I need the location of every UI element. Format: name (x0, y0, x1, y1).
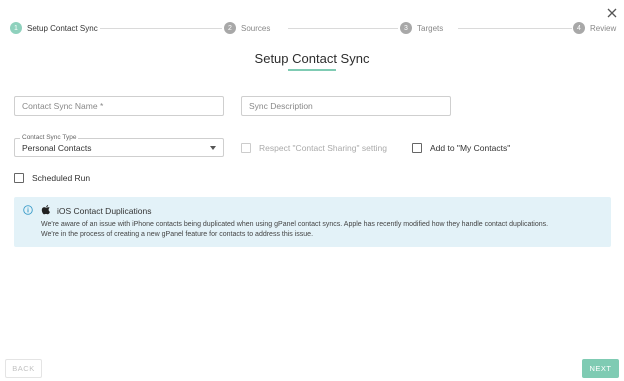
step-setup-contact-sync[interactable]: 1 Setup Contact Sync (10, 21, 98, 35)
checkbox-box (14, 173, 24, 183)
back-button[interactable]: BACK (5, 359, 42, 378)
step-number: 4 (573, 22, 585, 34)
step-label: Setup Contact Sync (27, 23, 98, 33)
add-to-my-contacts-label: Add to "My Contacts" (430, 143, 511, 153)
step-label: Targets (417, 23, 444, 33)
step-review[interactable]: 4 Review (573, 21, 616, 35)
step-connector (288, 28, 398, 29)
sync-description-placeholder: Sync Description (249, 101, 313, 111)
notice-title: iOS Contact Duplications (57, 206, 152, 216)
step-sources[interactable]: 2 Sources (224, 21, 270, 35)
apple-icon (41, 204, 50, 215)
info-icon (23, 205, 33, 215)
step-label: Review (590, 23, 617, 33)
scheduled-run-checkbox[interactable]: Scheduled Run (14, 173, 90, 183)
step-label: Sources (241, 23, 271, 33)
page-title: Setup Contact Sync (254, 51, 370, 66)
next-button[interactable]: NEXT (582, 359, 619, 378)
step-number: 2 (224, 22, 236, 34)
contact-sync-type-label: Contact Sync Type (20, 133, 79, 143)
contact-sync-type-value: Personal Contacts (22, 143, 92, 153)
step-number: 1 (10, 22, 22, 34)
sync-description-input[interactable]: Sync Description (241, 96, 451, 116)
respect-contact-sharing-checkbox[interactable]: Respect "Contact Sharing" setting (241, 143, 387, 153)
scheduled-run-label: Scheduled Run (32, 173, 91, 183)
notice-text-line-1: We're aware of an issue with iPhone cont… (41, 221, 549, 228)
close-button[interactable] (604, 5, 620, 21)
stepper: 1 Setup Contact Sync 2 Sources 3 Targets… (10, 21, 616, 37)
notice-text-line-2: We're in the process of creating a new g… (41, 231, 314, 238)
checkbox-box (241, 143, 251, 153)
ios-duplication-notice: iOS Contact Duplications We're aware of … (14, 197, 611, 247)
add-to-my-contacts-checkbox[interactable]: Add to "My Contacts" (412, 143, 510, 153)
contact-sync-type-select[interactable]: Contact Sync Type Personal Contacts (14, 133, 224, 157)
respect-contact-sharing-label: Respect "Contact Sharing" setting (259, 143, 387, 153)
step-number: 3 (400, 22, 412, 34)
checkbox-box (412, 143, 422, 153)
step-targets[interactable]: 3 Targets (400, 21, 443, 35)
chevron-down-icon (210, 146, 216, 150)
close-icon (607, 8, 617, 18)
step-connector (458, 28, 572, 29)
title-underline (288, 69, 336, 71)
step-connector (100, 28, 222, 29)
contact-sync-name-input[interactable]: Contact Sync Name * (14, 96, 224, 116)
contact-sync-name-placeholder: Contact Sync Name * (22, 101, 104, 111)
